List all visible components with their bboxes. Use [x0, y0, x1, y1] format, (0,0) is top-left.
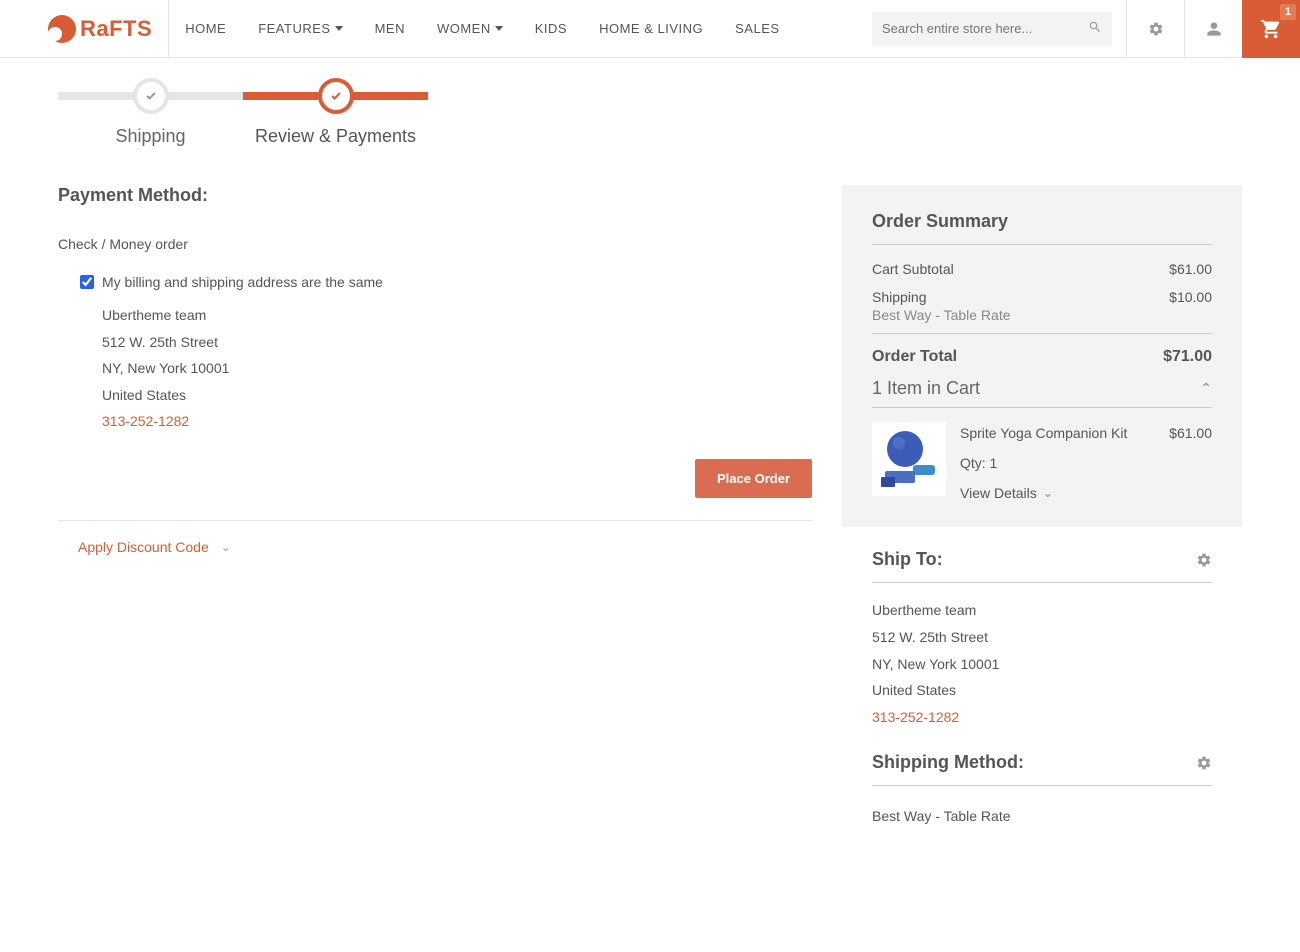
shipto-street: 512 W. 25th Street — [872, 624, 1212, 651]
nav-features[interactable]: FEATURES — [242, 0, 358, 58]
total-row: Order Total $71.00 — [872, 333, 1212, 366]
chevron-down-icon: ⌄ — [221, 540, 231, 554]
main-column: Payment Method: Check / Money order My b… — [58, 185, 812, 555]
cart-icon — [1260, 18, 1282, 40]
cart-items-toggle[interactable]: 1 Item in Cart ⌃ — [872, 366, 1212, 408]
subtotal-row: Cart Subtotal $61.00 — [872, 255, 1212, 283]
shipping-amount: $10.00 — [1169, 289, 1212, 305]
cart-badge: 1 — [1280, 4, 1296, 20]
cart-item-image — [872, 422, 946, 496]
header-right: 1 — [872, 0, 1300, 57]
search-icon[interactable] — [1088, 20, 1102, 37]
same-address-row: My billing and shipping address are the … — [80, 274, 812, 290]
same-address-label: My billing and shipping address are the … — [102, 274, 383, 290]
product-image-icon — [877, 427, 941, 491]
container: Shipping Review & Payments Payment Metho… — [50, 58, 1250, 874]
sidebar: Order Summary Cart Subtotal $61.00 Shipp… — [842, 185, 1242, 834]
check-icon — [144, 90, 158, 102]
shipto-city: NY, New York 10001 — [872, 651, 1212, 678]
nav: HOME FEATURES MEN WOMEN KIDS HOME & LIVI… — [169, 0, 795, 57]
check-icon — [329, 90, 343, 102]
step-circle — [318, 78, 354, 114]
chevron-down-icon — [495, 26, 503, 31]
logo[interactable]: RaFTS — [48, 15, 152, 43]
step-shipping: Shipping — [58, 78, 243, 147]
gear-icon[interactable] — [1196, 552, 1212, 568]
place-order-row: Place Order — [58, 459, 812, 520]
step-label: Shipping — [58, 126, 243, 147]
cart-item-view-details[interactable]: View Details ⌄ — [960, 482, 1212, 506]
nav-kids[interactable]: KIDS — [519, 0, 583, 58]
ship-method-value: Best Way - Table Rate — [872, 800, 1212, 824]
account-button[interactable] — [1184, 0, 1242, 58]
ship-to-header: Ship To: — [872, 549, 1212, 583]
payment-method-option: Check / Money order — [58, 236, 812, 252]
step-label: Review & Payments — [243, 126, 428, 147]
nav-home-living[interactable]: HOME & LIVING — [583, 0, 719, 58]
cart-items-label: 1 Item in Cart — [872, 378, 980, 399]
shipping-label: Shipping — [872, 289, 927, 305]
order-summary-title: Order Summary — [872, 211, 1212, 245]
logo-wrap: RaFTS — [0, 0, 169, 57]
ship-method-block: Shipping Method: Best Way - Table Rate — [842, 730, 1242, 834]
cart-item: Sprite Yoga Companion Kit $61.00 Qty: 1 … — [872, 408, 1212, 505]
shipto-country: United States — [872, 677, 1212, 704]
cart-item-name: Sprite Yoga Companion Kit — [960, 422, 1127, 446]
payment-method-title: Payment Method: — [58, 185, 812, 206]
nav-sales[interactable]: SALES — [719, 0, 795, 58]
search-input[interactable] — [882, 21, 1088, 36]
shipto-name: Ubertheme team — [872, 597, 1212, 624]
total-amount: $71.00 — [1163, 348, 1212, 366]
cart-item-qty: Qty: 1 — [960, 452, 1212, 476]
ship-to-title: Ship To: — [872, 549, 943, 570]
cart-item-info: Sprite Yoga Companion Kit $61.00 Qty: 1 … — [960, 422, 1212, 505]
gear-icon[interactable] — [1196, 755, 1212, 771]
subtotal-amount: $61.00 — [1169, 261, 1212, 277]
chevron-down-icon: ⌄ — [1043, 483, 1053, 503]
address-name: Ubertheme team — [102, 302, 812, 329]
ship-to-address: Ubertheme team 512 W. 25th Street NY, Ne… — [872, 597, 1212, 730]
content-row: Payment Method: Check / Money order My b… — [58, 185, 1242, 834]
logo-text: RaFTS — [80, 16, 152, 42]
search-box[interactable] — [872, 12, 1112, 46]
subtotal-label: Cart Subtotal — [872, 261, 954, 277]
billing-address: Ubertheme team 512 W. 25th Street NY, Ne… — [102, 302, 812, 435]
cart-item-price: $61.00 — [1169, 422, 1212, 446]
ship-to-block: Ship To: Ubertheme team 512 W. 25th Stre… — [842, 527, 1242, 730]
address-phone[interactable]: 313-252-1282 — [102, 408, 812, 435]
address-city: NY, New York 10001 — [102, 355, 812, 382]
nav-men[interactable]: MEN — [359, 0, 421, 58]
step-review-payments: Review & Payments — [243, 78, 428, 147]
shipto-phone[interactable]: 313-252-1282 — [872, 704, 1212, 731]
shipping-detail: Best Way - Table Rate — [872, 307, 1212, 323]
checkout-progress: Shipping Review & Payments — [58, 58, 1242, 157]
same-address-checkbox[interactable] — [80, 275, 94, 289]
chevron-down-icon — [335, 26, 343, 31]
discount-toggle[interactable]: Apply Discount Code ⌄ — [78, 521, 812, 555]
nav-women[interactable]: WOMEN — [421, 0, 519, 58]
ship-method-header: Shipping Method: — [872, 752, 1212, 786]
discount-label: Apply Discount Code — [78, 539, 209, 555]
step-circle — [133, 78, 169, 114]
place-order-button[interactable]: Place Order — [695, 459, 812, 498]
total-label: Order Total — [872, 348, 957, 366]
user-icon — [1206, 21, 1222, 37]
cart-button[interactable]: 1 — [1242, 0, 1300, 58]
logo-icon — [48, 15, 76, 43]
address-country: United States — [102, 382, 812, 409]
ship-method-title: Shipping Method: — [872, 752, 1024, 773]
address-street: 512 W. 25th Street — [102, 329, 812, 356]
header: RaFTS HOME FEATURES MEN WOMEN KIDS HOME … — [0, 0, 1300, 58]
settings-button[interactable] — [1126, 0, 1184, 58]
order-summary: Order Summary Cart Subtotal $61.00 Shipp… — [842, 185, 1242, 527]
chevron-up-icon: ⌃ — [1200, 380, 1212, 397]
gear-icon — [1148, 21, 1164, 37]
nav-home[interactable]: HOME — [169, 0, 242, 58]
